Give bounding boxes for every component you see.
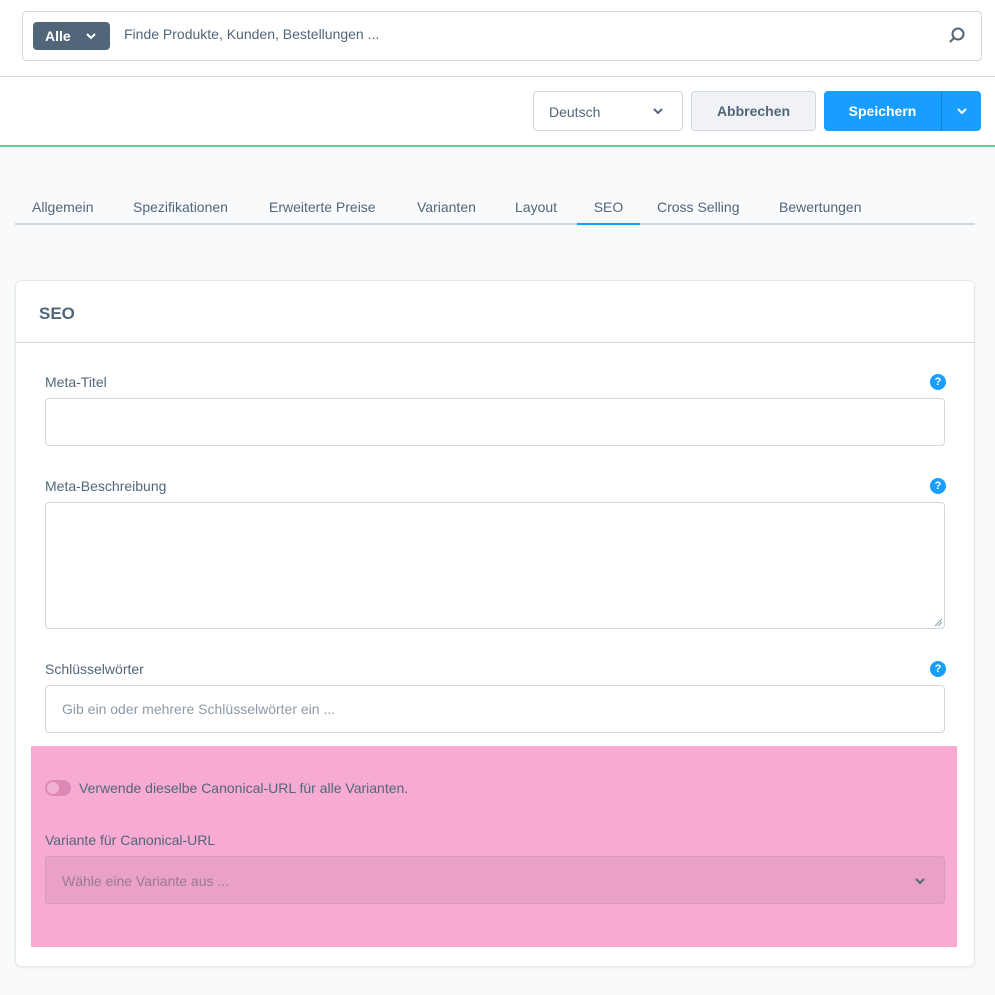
global-search-bar[interactable]: Alle Finde Produkte, Kunden, Bestellunge…: [22, 11, 982, 61]
tab-spezifikationen[interactable]: Spezifikationen: [133, 186, 228, 224]
help-icon[interactable]: ?: [930, 661, 946, 677]
tab-layout[interactable]: Layout: [515, 186, 557, 224]
canonical-variant-select[interactable]: Wähle eine Variante aus ...: [45, 856, 945, 904]
product-tabs: Allgemein Spezifikationen Erweiterte Pre…: [15, 186, 975, 225]
help-icon[interactable]: ?: [930, 374, 946, 390]
keywords-input[interactable]: Gib ein oder mehrere Schlüsselwörter ein…: [45, 685, 945, 733]
chevron-down-icon: [653, 108, 663, 115]
save-options-button[interactable]: [941, 91, 981, 131]
help-icon[interactable]: ?: [930, 478, 946, 494]
tab-allgemein[interactable]: Allgemein: [32, 186, 93, 224]
tab-erweiterte-preise[interactable]: Erweiterte Preise: [269, 186, 376, 224]
keywords-placeholder: Gib ein oder mehrere Schlüsselwörter ein…: [62, 701, 336, 717]
global-search-area: Alle Finde Produkte, Kunden, Bestellunge…: [0, 0, 995, 77]
chevron-down-icon: [957, 108, 967, 115]
save-button[interactable]: Speichern: [824, 91, 941, 131]
search-type-dropdown[interactable]: Alle: [33, 22, 110, 50]
language-select-value: Deutsch: [549, 104, 601, 120]
canonical-variant-label: Variante für Canonical-URL: [45, 832, 216, 848]
meta-title-input[interactable]: [45, 398, 945, 446]
tab-varianten[interactable]: Varianten: [417, 186, 476, 224]
chevron-down-icon: [915, 878, 925, 885]
canonical-variant-placeholder: Wähle eine Variante aus ...: [62, 873, 230, 889]
keywords-label: Schlüsselwörter: [45, 661, 144, 677]
canonical-url-toggle-label[interactable]: Verwende dieselbe Canonical-URL für alle…: [79, 780, 408, 796]
card-title: SEO: [39, 304, 75, 323]
resize-handle-icon[interactable]: [934, 618, 942, 626]
tab-bewertungen[interactable]: Bewertungen: [779, 186, 862, 224]
card-header: SEO: [16, 281, 974, 343]
language-select[interactable]: Deutsch: [533, 91, 683, 131]
search-input[interactable]: Finde Produkte, Kunden, Bestellungen ...: [124, 26, 379, 42]
chevron-down-icon: [86, 33, 96, 40]
meta-description-label: Meta-Beschreibung: [45, 478, 167, 494]
search-type-label: Alle: [45, 28, 71, 44]
action-bar: Deutsch Abbrechen Speichern: [0, 77, 995, 147]
canonical-url-section: Verwende dieselbe Canonical-URL für alle…: [31, 746, 957, 947]
search-icon[interactable]: [947, 26, 967, 46]
meta-description-textarea[interactable]: [45, 502, 945, 629]
meta-title-label: Meta-Titel: [45, 374, 107, 390]
cancel-button[interactable]: Abbrechen: [691, 91, 816, 131]
canonical-url-toggle[interactable]: [45, 780, 71, 796]
tab-seo[interactable]: SEO: [577, 186, 640, 225]
toggle-knob: [47, 782, 59, 794]
tab-cross-selling[interactable]: Cross Selling: [657, 186, 739, 224]
